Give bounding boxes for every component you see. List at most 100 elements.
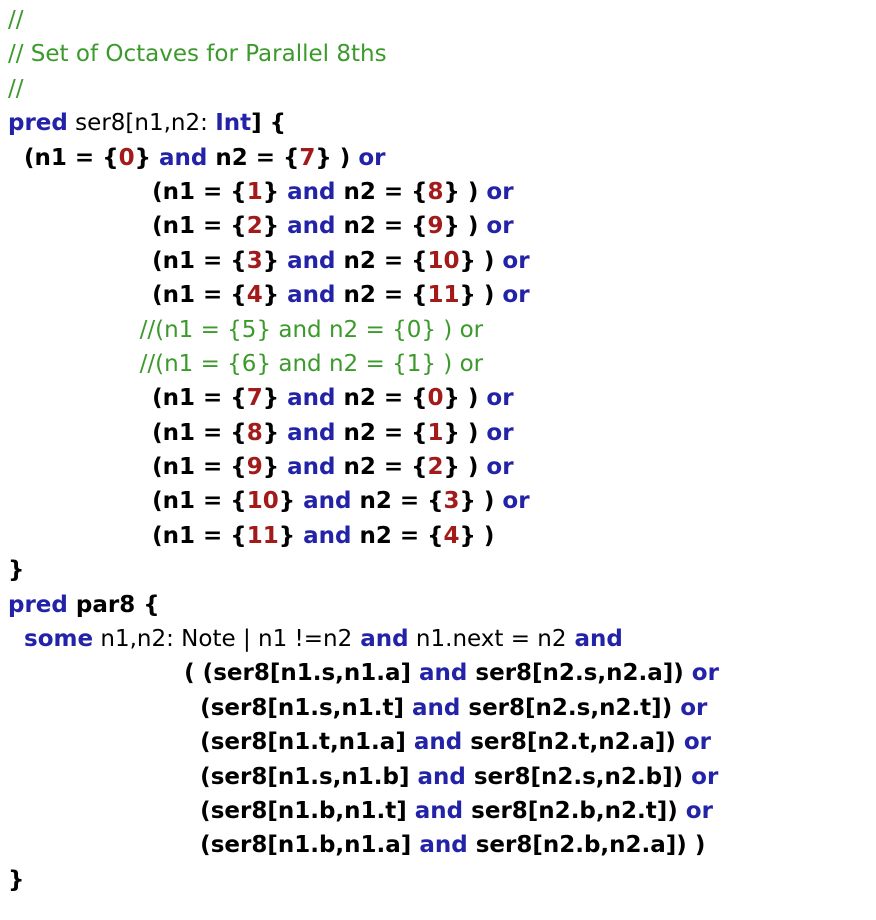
number-token: 0 (118, 144, 135, 171)
code-line: (ser8[n1.t,n1.a] and ser8[n2.t,n2.a]) or (8, 725, 876, 759)
code-token: (ser8[n1.s,n1.b] (8, 763, 410, 790)
code-line: (ser8[n1.b,n1.t] and ser8[n2.b,n2.t]) or (8, 794, 876, 828)
code-token: (n1 = { (8, 385, 247, 412)
code-token: (ser8[n1.b,n1.t] (8, 797, 407, 824)
code-token: } ) (443, 454, 479, 481)
code-token: ser8[n2.s,n2.a]) (467, 660, 684, 687)
code-token: } ) (315, 144, 351, 171)
code-line: (ser8[n1.s,n1.b] and ser8[n2.s,n2.b]) or (8, 760, 876, 794)
number-token: 7 (299, 144, 316, 171)
code-token: } (262, 282, 280, 309)
keyword-token: and (279, 419, 336, 446)
code-token: n2 = { (351, 488, 444, 515)
keyword-token: and (405, 729, 463, 756)
code-line: (n1 = {9} and n2 = {2} ) or (8, 450, 876, 484)
keyword-token: and (295, 488, 352, 515)
number-token: 11 (427, 282, 460, 309)
code-token: } (262, 454, 280, 481)
keyword-token: and (279, 282, 336, 309)
code-token: } (134, 144, 151, 171)
number-token: 10 (246, 488, 279, 515)
code-line: (ser8[n1.b,n1.a] and ser8[n2.b,n2.a]) ) (8, 828, 876, 862)
code-line: (n1 = {8} and n2 = {1} ) or (8, 416, 876, 450)
code-token: ser8[n1,n2: (67, 110, 216, 137)
code-line: //(n1 = {6} and n2 = {1} ) or (8, 347, 876, 381)
code-token: (n1 = { (8, 419, 247, 446)
number-token: 2 (427, 454, 444, 481)
code-line: // (8, 72, 876, 106)
keyword-token: and (279, 454, 336, 481)
code-token: (n1 = { (8, 454, 247, 481)
code-token: (n1 = { (8, 213, 247, 240)
code-token: } ) (443, 385, 479, 412)
keyword-token: or (675, 729, 712, 756)
number-token: 9 (427, 213, 444, 240)
code-token: } (278, 488, 296, 515)
comment-token: //(n1 = {5} and n2 = {0} ) or (8, 316, 484, 343)
code-token: ser8[n2.s,n2.t]) (460, 694, 673, 721)
code-line: some n1,n2: Note | n1 !=n2 and n1.next =… (8, 622, 876, 656)
code-token: n2 = { (335, 385, 428, 412)
code-token: n2 = { (207, 144, 300, 171)
code-token: (n1 = { (8, 522, 247, 549)
code-token: (n1 = { (8, 144, 119, 171)
keyword-token: and (404, 694, 461, 721)
keyword-token: or (494, 247, 530, 274)
code-token: (ser8[n1.s,n1.t] (8, 694, 404, 721)
code-token: ser8[n2.t,n2.a]) (462, 729, 676, 756)
number-token: 11 (246, 522, 279, 549)
code-token: n2 = { (335, 247, 428, 274)
code-token: ser8[n2.b,n2.t]) (463, 797, 678, 824)
keyword-token: and (566, 626, 623, 653)
number-token: 4 (443, 522, 460, 549)
keyword-token: and (411, 660, 468, 687)
keyword-token: and (279, 213, 336, 240)
number-token: 8 (427, 178, 444, 205)
code-line: (n1 = {4} and n2 = {11} ) or (8, 278, 876, 312)
comment-token: // (8, 75, 24, 102)
code-line: (n1 = {0} and n2 = {7} ) or (8, 141, 876, 175)
keyword-token: or (683, 763, 719, 790)
code-token: } (262, 213, 280, 240)
code-token: n1.next = n2 (408, 626, 567, 653)
code-line: } (8, 553, 876, 587)
keyword-token: and (295, 522, 352, 549)
code-token: ] { (251, 110, 287, 137)
number-token: 8 (246, 419, 263, 446)
code-token: } ) (443, 178, 479, 205)
keyword-token: or (478, 419, 514, 446)
code-token: (ser8[n1.t,n1.a] (8, 729, 406, 756)
keyword-token: or (672, 694, 708, 721)
keyword-token: or (478, 213, 514, 240)
code-line: // (8, 3, 876, 37)
comment-token: // Set of Octaves for Parallel 8ths (8, 41, 387, 68)
code-line: ( (ser8[n1.s,n1.a] and ser8[n2.s,n2.a]) … (8, 656, 876, 690)
code-token: } ) (459, 488, 495, 515)
keyword-token: or (478, 454, 514, 481)
code-token: (n1 = { (8, 178, 247, 205)
code-token: } (278, 522, 296, 549)
keyword-token: Int (215, 110, 252, 137)
number-token: 3 (246, 247, 263, 274)
code-line: (n1 = {7} and n2 = {0} ) or (8, 381, 876, 415)
code-token: ser8[n2.s,n2.b]) (465, 763, 684, 790)
keyword-token: and (411, 832, 468, 859)
keyword-token: and (279, 247, 336, 274)
code-token: } ) (443, 213, 479, 240)
number-token: 7 (246, 385, 263, 412)
code-token: } ) (459, 282, 495, 309)
code-token: par8 { (67, 591, 160, 618)
keyword-token: and (409, 763, 466, 790)
code-editor[interactable]: // // Set of Octaves for Parallel 8ths // p… (0, 0, 876, 920)
number-token: 1 (427, 419, 444, 446)
code-token: (n1 = { (8, 282, 247, 309)
code-token: } (262, 247, 280, 274)
code-token: n2 = { (335, 282, 428, 309)
keyword-token: or (478, 178, 514, 205)
comment-token: //(n1 = {6} and n2 = {1} ) or (8, 350, 484, 377)
code-token: (ser8[n1.b,n1.a] (8, 832, 412, 859)
code-token: ser8[n2.b,n2.a]) ) (467, 832, 706, 859)
code-line: (n1 = {10} and n2 = {3} ) or (8, 484, 876, 518)
keyword-token: or (350, 144, 386, 171)
code-line: } (8, 863, 876, 897)
